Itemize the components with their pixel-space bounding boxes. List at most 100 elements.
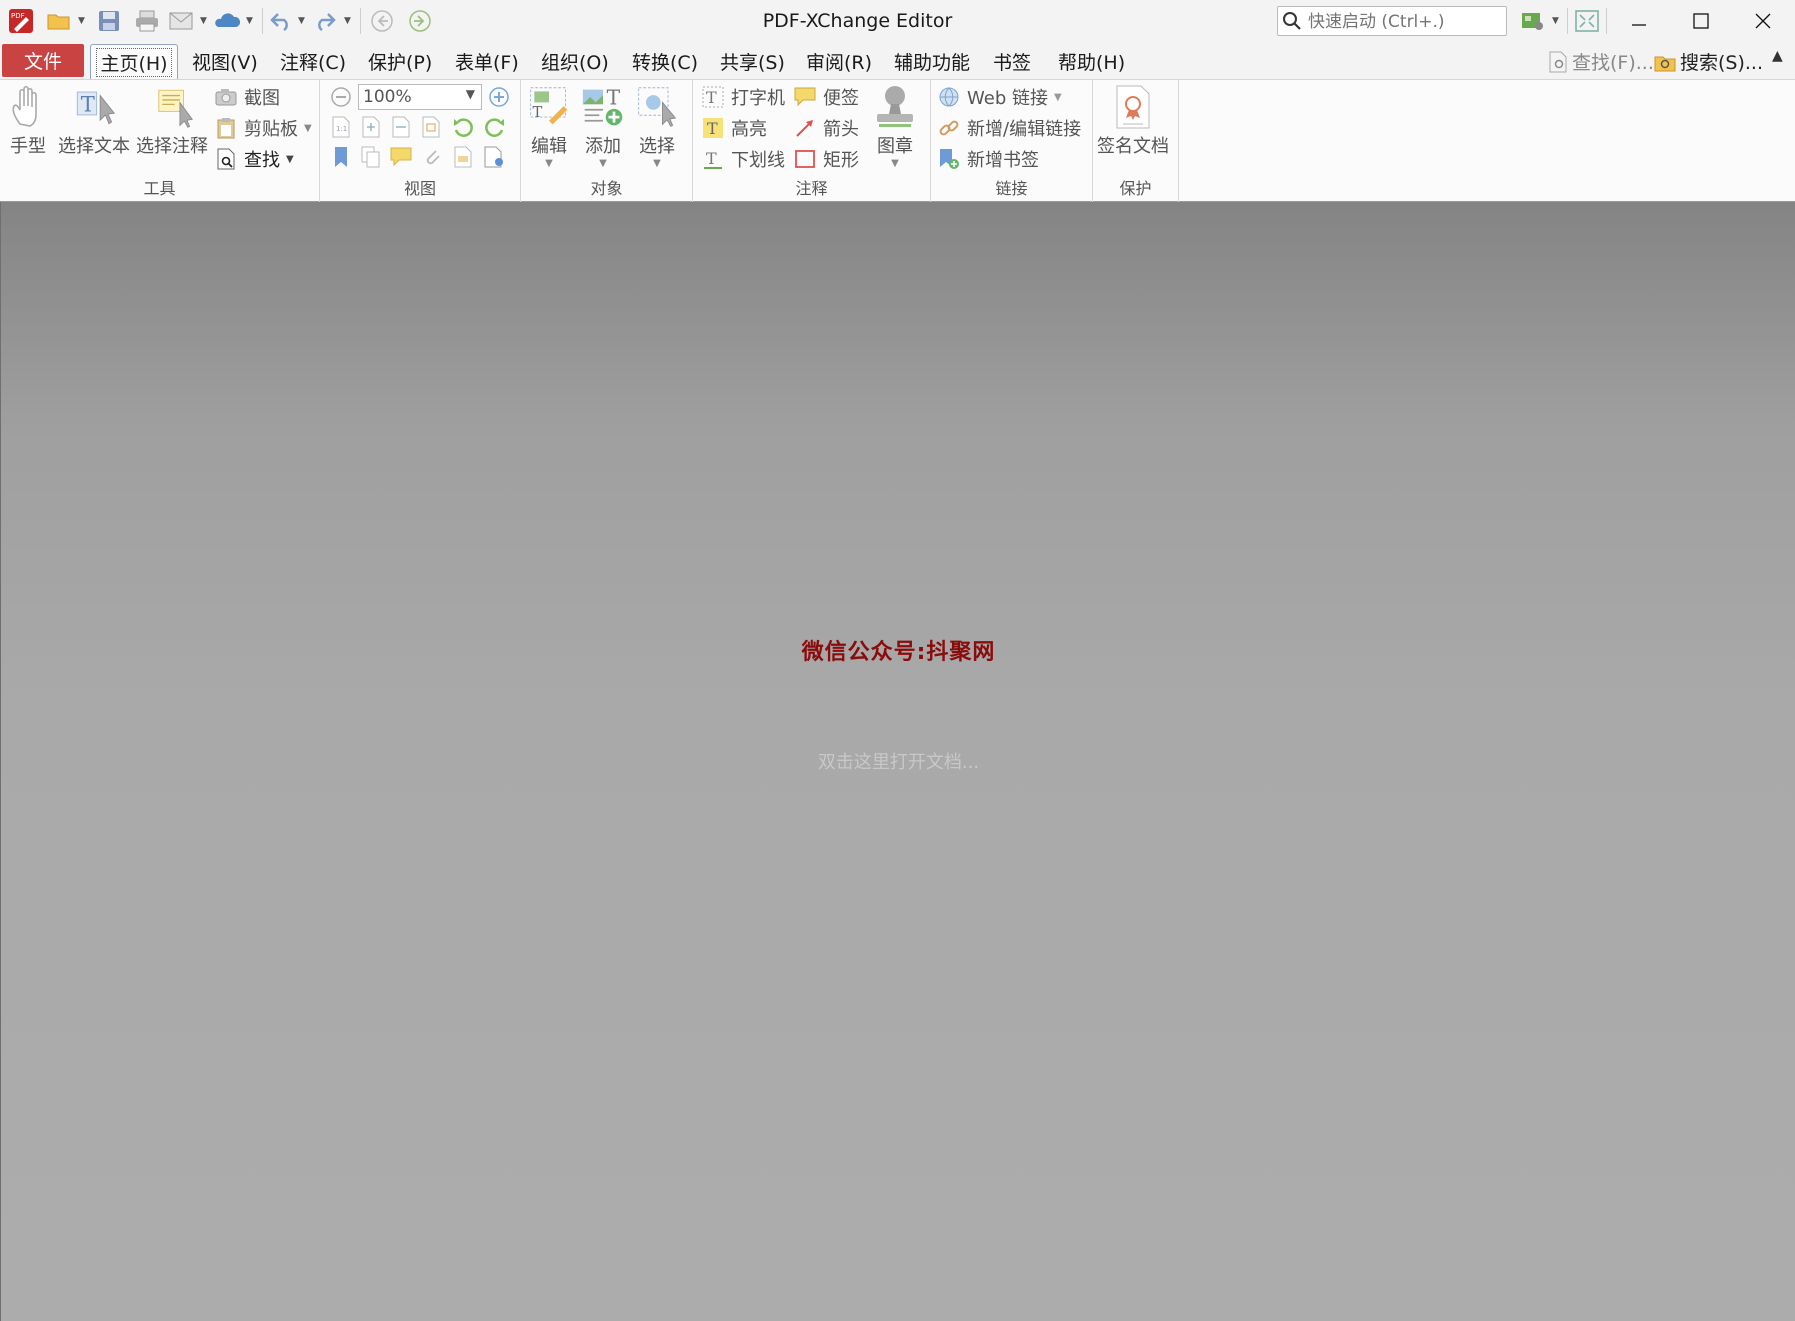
tab-view[interactable]: 视图(V) [192,48,258,75]
tab-help[interactable]: 帮助(H) [1058,48,1125,75]
ui-options-icon[interactable] [1520,8,1546,34]
tab-accessibility[interactable]: 辅助功能 [894,48,970,75]
hand-tool-button[interactable]: 手型 [6,84,50,158]
typewriter-icon: T [701,85,725,109]
globe-icon [937,85,961,109]
tab-comment[interactable]: 注释(C) [280,48,346,75]
chevron-down-icon: ▼ [599,158,607,169]
find-doc-icon [1549,51,1567,72]
fit-page-icon[interactable] [360,116,382,138]
zoom-in-icon[interactable] [488,86,510,108]
minimize-button[interactable] [1608,0,1670,42]
tab-forms[interactable]: 表单(F) [455,48,519,75]
clipboard-dropdown-icon: ▼ [304,122,312,134]
hand-icon [6,84,50,130]
rotate-right-icon[interactable] [484,116,506,138]
svg-text:T: T [607,85,621,109]
actual-size-icon[interactable]: 1:1 [330,116,352,138]
svg-text:T: T [533,104,543,121]
svg-text:T: T [706,149,717,168]
fullscreen-icon[interactable] [1574,8,1600,34]
tab-review[interactable]: 审阅(R) [806,48,872,75]
find-button[interactable]: 查找(F)... [1548,48,1654,75]
group-view: 100% ▼ 1:1 视图 [320,80,521,202]
sign-document-button[interactable]: 签名文档 [1097,84,1169,158]
edit-objects-icon: T [527,84,571,130]
collapse-ribbon-icon[interactable]: ▲ [1772,48,1783,64]
highlight-label: 高亮 [731,119,767,140]
chevron-down-icon: ▼ [653,158,661,169]
arrow-icon [793,116,817,140]
comments-panel-icon[interactable] [390,146,412,168]
group-objects-label: 对象 [590,179,623,198]
find-icon [214,147,238,171]
select-text-button[interactable]: T 选择文本 [58,84,130,158]
clipboard-button[interactable]: 剪贴板 ▼ [214,115,312,141]
arrow-button[interactable]: 箭头 [793,115,859,141]
open-document-hint[interactable]: 双击这里打开文档... [1,748,1795,774]
zoom-out-icon[interactable] [330,86,352,108]
tab-convert[interactable]: 转换(C) [632,48,698,75]
sticky-note-label: 便签 [823,88,859,109]
watermark-text: 微信公众号:抖聚网 [801,640,996,665]
document-workspace[interactable]: 微信公众号:抖聚网 双击这里打开文档... [0,202,1795,1321]
rectangle-label: 矩形 [823,150,859,171]
close-icon [1755,13,1771,29]
underline-button[interactable]: T 下划线 [701,146,785,172]
tab-organize[interactable]: 组织(O) [541,48,609,75]
underline-icon: T [701,147,725,171]
add-edit-link-button[interactable]: 新增/编辑链接 [937,115,1081,141]
add-objects-button[interactable]: T 添加 ▼ [581,84,625,169]
quick-launch-box[interactable] [1277,6,1507,36]
quick-launch-input[interactable] [1306,10,1505,34]
web-links-button[interactable]: Web 链接 ▼ [937,84,1062,110]
ui-options-dropdown-icon[interactable]: ▼ [1552,16,1562,26]
highlight-button[interactable]: T 高亮 [701,115,767,141]
maximize-icon [1693,13,1709,29]
find-dropdown-icon: ▼ [286,153,294,165]
search-button[interactable]: 搜索(S)... [1654,48,1763,75]
group-links-label: 链接 [995,179,1028,198]
tab-home[interactable]: 主页(H) [90,44,178,79]
file-menu[interactable]: 文件 [2,44,84,77]
tab-protect[interactable]: 保护(P) [368,48,432,75]
typewriter-button[interactable]: T 打字机 [701,84,785,110]
tab-share[interactable]: 共享(S) [720,48,785,75]
stamp-button[interactable]: 图章 ▼ [873,84,917,169]
tab-bookmarks[interactable]: 书签 [993,48,1031,75]
edit-objects-button[interactable]: T 编辑 ▼ [527,84,571,169]
select-comment-icon [150,84,194,130]
group-protect: 签名文档 保护 [1093,80,1179,202]
search-label: 搜索(S)... [1680,52,1764,74]
clipboard-label: 剪贴板 [244,119,298,140]
layers-icon[interactable] [452,146,474,168]
title-bar: PDF ▼ ▼ ▼ ▼ ▼ PDF-XChange Editor ▼ [0,0,1795,42]
add-bookmark-button[interactable]: 新增书签 [937,146,1039,172]
maximize-button[interactable] [1670,0,1732,42]
zoom-select[interactable]: 100% ▼ [358,84,482,110]
find-tool-button[interactable]: 查找 ▼ [214,146,294,172]
rectangle-button[interactable]: 矩形 [793,146,859,172]
fit-width-icon[interactable] [390,116,412,138]
add-bookmark-icon [937,147,961,171]
select-objects-label: 选择 [639,136,675,157]
snapshot-button[interactable]: 截图 [214,84,280,110]
attachment-icon[interactable] [420,146,442,168]
group-links: Web 链接 ▼ 新增/编辑链接 新增书签 链接 [931,80,1093,202]
rotate-left-icon[interactable] [452,116,474,138]
sticky-note-button[interactable]: 便签 [793,84,859,110]
close-button[interactable] [1732,0,1794,42]
pages-icon[interactable] [360,146,382,168]
select-objects-button[interactable]: 选择 ▼ [635,84,679,169]
arrow-label: 箭头 [823,119,859,140]
group-comment: T 打字机 便签 T 高亮 箭头 T 下划线 矩形 图章 ▼ 注释 [693,80,931,202]
fit-visible-icon[interactable] [420,116,442,138]
snapshot-label: 截图 [244,88,280,109]
add-edit-link-label: 新增/编辑链接 [967,119,1082,140]
select-comment-button[interactable]: 选择注释 [136,84,208,158]
search-icon [1282,11,1302,31]
document-properties-icon[interactable] [484,146,506,168]
sign-document-label: 签名文档 [1097,136,1169,157]
chevron-down-icon: ▼ [891,158,899,169]
bookmark-icon[interactable] [330,146,352,168]
